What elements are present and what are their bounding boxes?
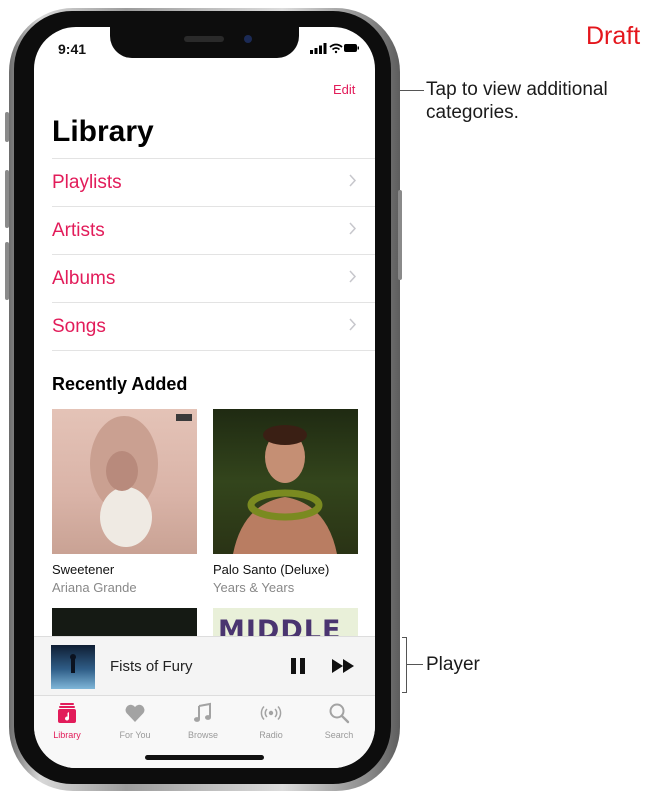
chevron-right-icon xyxy=(349,222,357,235)
player-bracket-top xyxy=(402,637,407,638)
tab-label: Library xyxy=(53,730,81,740)
now-playing-art-figure xyxy=(70,654,76,673)
category-label: Albums xyxy=(52,267,116,289)
side-button xyxy=(398,190,402,280)
tab-label: Browse xyxy=(187,730,218,740)
category-row-songs[interactable]: Songs xyxy=(52,302,375,351)
tab-label: For You xyxy=(119,730,151,740)
mini-player[interactable]: Fists of Fury xyxy=(34,636,375,696)
category-label: Songs xyxy=(52,315,106,337)
library-icon xyxy=(58,703,76,723)
heart-icon xyxy=(125,704,145,722)
album-artist: Years & Years xyxy=(213,580,295,595)
chevron-right-icon xyxy=(349,318,357,331)
category-row-artists[interactable]: Artists xyxy=(52,206,375,254)
page-title: Library xyxy=(52,115,154,148)
album-art-portrait xyxy=(90,414,192,547)
notch xyxy=(110,27,299,58)
fast-forward-icon[interactable] xyxy=(331,658,355,674)
silent-switch xyxy=(5,112,9,142)
player-bracket-bottom xyxy=(402,692,407,693)
tab-search[interactable]: Search xyxy=(309,702,369,740)
edit-button[interactable]: Edit xyxy=(333,82,355,97)
album-art-palo-santo xyxy=(213,409,358,554)
player-callout-text: Player xyxy=(426,654,480,675)
music-note-icon xyxy=(194,702,211,722)
tab-browse[interactable]: Browse xyxy=(173,702,233,740)
front-camera xyxy=(244,35,252,43)
draft-watermark: Draft xyxy=(586,22,641,50)
cellular-signal-icon xyxy=(310,43,327,54)
tab-radio[interactable]: Radio xyxy=(241,702,301,740)
home-indicator xyxy=(145,755,264,760)
wifi-icon xyxy=(329,43,343,54)
category-row-albums[interactable]: Albums xyxy=(52,254,375,302)
volume-up-button xyxy=(5,170,9,228)
tab-library[interactable]: Library xyxy=(37,702,97,740)
pause-icon[interactable] xyxy=(290,657,306,675)
album-artist: Ariana Grande xyxy=(52,580,137,595)
album-art-partial-middle[interactable]: MIDDLE xyxy=(213,608,358,638)
search-icon xyxy=(329,703,350,724)
album-art-sweetener xyxy=(52,409,197,554)
edit-callout-text: Tap to view additional categories. xyxy=(426,78,608,124)
player-callout-line xyxy=(407,664,423,665)
radio-icon xyxy=(260,705,282,721)
edit-callout-line1: Tap to view additional xyxy=(426,79,608,100)
library-category-list: Playlists Artists Albums Songs xyxy=(52,158,375,351)
player-bracket-vertical xyxy=(406,637,407,693)
album-art-partial-dark[interactable] xyxy=(52,608,197,638)
tab-label: Search xyxy=(324,730,354,740)
album-card-palo-santo[interactable]: Palo Santo (Deluxe) Years & Years xyxy=(213,409,358,595)
album-art-portrait xyxy=(233,425,337,554)
volume-down-button xyxy=(5,242,9,300)
album-art-text: MIDDLE xyxy=(218,615,342,638)
chevron-right-icon xyxy=(349,174,357,187)
album-title: Sweetener xyxy=(52,562,115,577)
speaker-grill xyxy=(184,36,224,42)
category-row-playlists[interactable]: Playlists xyxy=(52,158,375,206)
status-time: 9:41 xyxy=(58,41,87,57)
now-playing-art xyxy=(51,645,95,689)
now-playing-title: Fists of Fury xyxy=(110,658,193,675)
category-label: Playlists xyxy=(52,171,122,193)
album-title: Palo Santo (Deluxe) xyxy=(213,562,330,577)
battery-icon xyxy=(344,44,359,52)
recently-added-title: Recently Added xyxy=(52,374,188,394)
category-label: Artists xyxy=(52,219,105,241)
album-card-sweetener[interactable]: Sweetener Ariana Grande xyxy=(52,409,197,595)
phone-screen: 9:41 Edit Library Playlists Artists Albu… xyxy=(34,27,375,768)
edit-callout-line2: categories. xyxy=(426,102,519,123)
chevron-right-icon xyxy=(349,270,357,283)
tab-label: Radio xyxy=(259,730,283,740)
status-icons xyxy=(310,43,359,54)
tab-for-you[interactable]: For You xyxy=(105,702,165,740)
